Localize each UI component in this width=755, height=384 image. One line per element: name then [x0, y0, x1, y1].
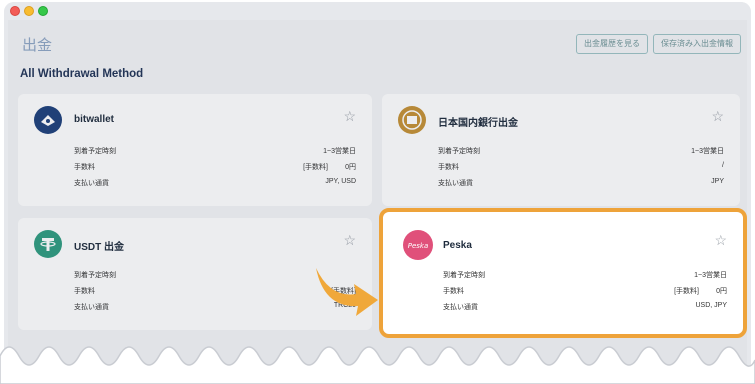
method-card-bitwallet[interactable]: bitwallet ☆ 到着予定時刻 1~3営業日 手数料 [手数料] 0円 支…: [18, 94, 372, 206]
page-title: 出金: [22, 37, 53, 54]
row-label: 手数料: [74, 164, 95, 171]
row-label: 手数料: [443, 288, 464, 295]
method-name: bitwallet: [74, 114, 115, 125]
page-content: 出金 出金履歴を見る 保存済み入出金情報 All Withdrawal Meth…: [8, 20, 747, 380]
row-currency: 支払い通貨 JPY, USD: [74, 178, 356, 192]
row-label: 到着予定時刻: [74, 148, 116, 155]
method-name: Peska: [443, 240, 472, 251]
row-value: JPY: [711, 178, 724, 185]
row-value: 1~3営業日: [323, 148, 356, 155]
usdt-logo-icon: [34, 230, 62, 258]
row-label: 到着予定時刻: [74, 272, 116, 279]
row-arrival: 到着予定時刻 1~3営業日: [74, 146, 356, 160]
withdrawal-history-button[interactable]: 出金履歴を見る: [576, 34, 648, 54]
row-fee: 手数料 [手数料] 0円: [443, 286, 727, 300]
maximize-window-button[interactable]: [38, 6, 48, 16]
row-value: 0円: [345, 164, 356, 171]
row-label: 支払い通貨: [74, 304, 109, 311]
method-card-bank[interactable]: 日本国内銀行出金 ☆ 到着予定時刻 1~3営業日 手数料 / 支払い通貨 JPY: [382, 94, 740, 206]
row-value: JPY, USD: [325, 178, 356, 185]
row-value: /: [722, 162, 724, 169]
row-label: 支払い通貨: [438, 180, 473, 187]
method-name: USDT 出金: [74, 242, 124, 253]
row-arrival: 到着予定時刻 1~3営業日: [438, 146, 724, 160]
fee-tag: [手数料]: [674, 288, 699, 295]
row-label: 支払い通貨: [74, 180, 109, 187]
row-fee: 手数料 [手数料] 0円: [74, 162, 356, 176]
peska-logo-icon: Peska: [403, 230, 433, 260]
row-label: 到着予定時刻: [438, 148, 480, 155]
row-label: 手数料: [438, 164, 459, 171]
row-value: 1~3営業日: [691, 148, 724, 155]
favorite-star-icon[interactable]: ☆: [343, 108, 356, 125]
favorite-star-icon[interactable]: ☆: [711, 108, 724, 125]
pointer-arrow-icon: [316, 268, 378, 316]
bank-logo-icon: [398, 106, 426, 134]
row-value: 0円: [716, 288, 727, 295]
browser-window: 出金 出金履歴を見る 保存済み入出金情報 All Withdrawal Meth…: [4, 2, 751, 380]
row-label: 手数料: [74, 288, 95, 295]
row-label: 支払い通貨: [443, 304, 478, 311]
method-card-peska[interactable]: Peska Peska ☆ 到着予定時刻 1~3営業日 手数料 [手数料] 0円…: [379, 208, 747, 338]
close-window-button[interactable]: [10, 6, 20, 16]
favorite-star-icon[interactable]: ☆: [714, 232, 727, 249]
favorite-star-icon[interactable]: ☆: [343, 232, 356, 249]
window-titlebar: [4, 2, 751, 20]
fee-tag: [手数料]: [303, 164, 328, 171]
row-value: 1~3営業日: [694, 272, 727, 279]
row-currency: 支払い通貨 JPY: [438, 178, 724, 192]
row-arrival: 到着予定時刻 1~3営業日: [443, 270, 727, 284]
row-label: 到着予定時刻: [443, 272, 485, 279]
row-currency: 支払い通貨 USD, JPY: [443, 302, 727, 316]
row-fee: 手数料 /: [438, 162, 724, 176]
minimize-window-button[interactable]: [24, 6, 34, 16]
saved-payment-info-button[interactable]: 保存済み入出金情報: [653, 34, 741, 54]
wavy-edge-decoration: [0, 346, 755, 384]
section-title: All Withdrawal Method: [20, 68, 144, 80]
row-value: USD, JPY: [695, 302, 727, 309]
bitwallet-logo-icon: [34, 106, 62, 134]
svg-text:Peska: Peska: [408, 242, 429, 250]
method-name: 日本国内銀行出金: [438, 118, 518, 129]
